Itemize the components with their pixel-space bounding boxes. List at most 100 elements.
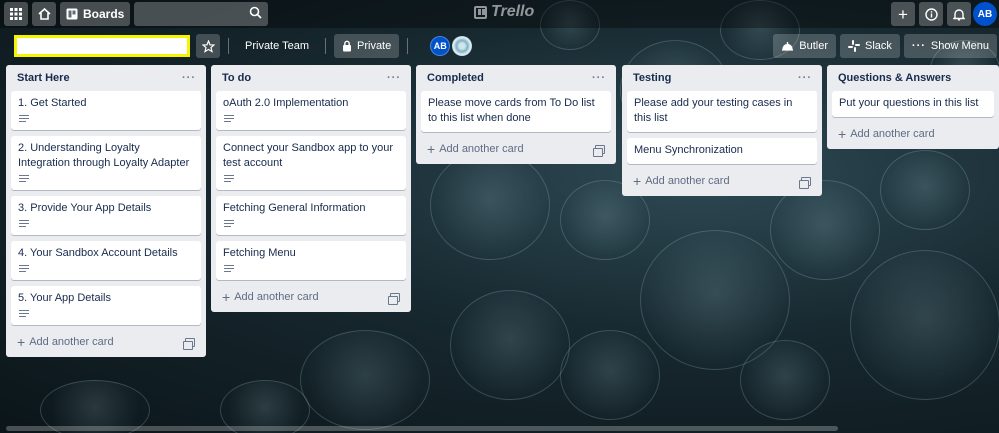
divider xyxy=(325,38,326,54)
description-icon xyxy=(224,265,234,272)
star-board-button[interactable] xyxy=(196,34,220,58)
card[interactable]: Fetching Menu xyxy=(216,241,406,280)
top-navigation-bar: Boards Trello + AB xyxy=(0,0,999,28)
list-title[interactable]: Testing xyxy=(633,72,671,84)
board-name-field[interactable] xyxy=(14,35,190,57)
list-title[interactable]: To do xyxy=(222,72,251,84)
add-card-label: Add another card xyxy=(234,291,319,303)
plus-icon: + xyxy=(222,289,231,305)
list-title[interactable]: Questions & Answers xyxy=(838,72,951,84)
board-members: AB xyxy=(430,36,473,56)
card-title: Please move cards from To Do list to thi… xyxy=(428,97,595,124)
create-button[interactable]: + xyxy=(891,2,915,26)
add-card-label: Add another card xyxy=(645,175,730,187)
show-menu-label: Show Menu xyxy=(930,40,989,52)
list-menu-icon[interactable]: ··· xyxy=(592,72,606,84)
list-header[interactable]: Start Here ··· xyxy=(11,65,201,91)
user-avatar-initials: AB xyxy=(977,8,993,20)
apps-grid-button[interactable] xyxy=(4,2,28,26)
boards-icon xyxy=(66,8,78,20)
info-button[interactable] xyxy=(919,2,943,26)
member-avatar[interactable]: AB xyxy=(430,36,451,56)
list-title[interactable]: Completed xyxy=(427,72,484,84)
visibility-button[interactable]: Private xyxy=(334,34,400,58)
add-card-button[interactable]: + Add another card xyxy=(216,286,406,306)
search-input[interactable] xyxy=(134,2,269,26)
card-title: Fetching General Information xyxy=(223,202,366,214)
card[interactable]: Fetching General Information xyxy=(216,196,406,235)
divider xyxy=(407,38,409,54)
card[interactable]: 1. Get Started xyxy=(11,91,201,130)
list-header[interactable]: Testing ··· xyxy=(627,65,817,91)
info-icon xyxy=(924,7,938,21)
card[interactable]: Menu Synchronization xyxy=(627,138,817,164)
list-header[interactable]: To do ··· xyxy=(216,65,406,91)
description-icon xyxy=(224,115,234,122)
card[interactable]: Connect your Sandbox app to your test ac… xyxy=(216,136,406,190)
card-template-icon[interactable] xyxy=(799,176,811,189)
plus-icon: + xyxy=(17,334,26,350)
list-questions-answers: Questions & Answers Put your questions i… xyxy=(827,65,999,149)
card-template-icon[interactable] xyxy=(388,292,400,305)
list-menu-icon[interactable]: ··· xyxy=(798,72,812,84)
add-card-button[interactable]: + Add another card xyxy=(421,138,611,158)
add-card-label: Add another card xyxy=(29,336,114,348)
add-card-button[interactable]: + Add another card xyxy=(11,331,201,351)
list-header[interactable]: Questions & Answers xyxy=(832,65,994,91)
trello-logo[interactable]: Trello xyxy=(474,3,534,21)
list-title[interactable]: Start Here xyxy=(17,72,70,84)
boards-button[interactable]: Boards xyxy=(60,2,131,26)
card-title: 5. Your App Details xyxy=(18,292,111,304)
add-card-button[interactable]: + Add another card xyxy=(832,123,994,143)
team-label: Private Team xyxy=(245,40,309,52)
list-menu-icon[interactable]: ··· xyxy=(387,72,401,84)
plus-icon: + xyxy=(427,141,436,157)
team-button[interactable]: Private Team xyxy=(237,34,317,58)
card-title: 4. Your Sandbox Account Details xyxy=(18,247,178,259)
butler-button[interactable]: Butler xyxy=(773,34,836,58)
card-title: 1. Get Started xyxy=(18,97,87,109)
card[interactable]: oAuth 2.0 Implementation xyxy=(216,91,406,130)
list-to-do: To do ··· oAuth 2.0 Implementation Conne… xyxy=(211,65,411,312)
search-icon xyxy=(250,6,262,19)
user-avatar[interactable]: AB xyxy=(973,2,997,26)
card[interactable]: Please move cards from To Do list to thi… xyxy=(421,91,611,132)
card-title: Menu Synchronization xyxy=(634,144,743,156)
lock-icon xyxy=(343,40,351,52)
home-button[interactable] xyxy=(32,2,56,26)
plus-icon: + xyxy=(633,173,642,189)
card-template-icon[interactable] xyxy=(183,337,195,350)
card-title: oAuth 2.0 Implementation xyxy=(223,97,349,109)
list-completed: Completed ··· Please move cards from To … xyxy=(416,65,616,164)
card[interactable]: 5. Your App Details xyxy=(11,286,201,325)
member-avatar-initials: AB xyxy=(433,41,447,51)
card-template-icon[interactable] xyxy=(593,144,605,157)
list-header[interactable]: Completed ··· xyxy=(421,65,611,91)
member-avatar-image[interactable] xyxy=(452,36,473,56)
list-testing: Testing ··· Please add your testing case… xyxy=(622,65,822,196)
card[interactable]: 3. Provide Your App Details xyxy=(11,196,201,235)
description-icon xyxy=(19,310,29,317)
description-icon xyxy=(224,220,234,227)
card[interactable]: 2. Understanding Loyalty Integration thr… xyxy=(11,136,201,190)
card-title: Fetching Menu xyxy=(223,247,296,259)
slack-icon xyxy=(848,40,860,52)
plus-icon: + xyxy=(838,126,847,142)
trello-logo-icon xyxy=(474,5,487,19)
card-title: 3. Provide Your App Details xyxy=(18,202,152,214)
slack-button[interactable]: Slack xyxy=(840,34,900,58)
show-menu-button[interactable]: ··· Show Menu xyxy=(903,34,997,58)
boards-label: Boards xyxy=(83,7,125,21)
card[interactable]: 4. Your Sandbox Account Details xyxy=(11,241,201,280)
add-card-label: Add another card xyxy=(850,128,935,140)
description-icon xyxy=(19,220,29,227)
list-menu-icon[interactable]: ··· xyxy=(182,72,196,84)
notifications-button[interactable] xyxy=(947,2,971,26)
horizontal-scrollbar[interactable] xyxy=(6,426,838,431)
card-title: Connect your Sandbox app to your test ac… xyxy=(223,142,394,169)
star-icon xyxy=(201,39,215,53)
card[interactable]: Please add your testing cases in this li… xyxy=(627,91,817,132)
add-card-button[interactable]: + Add another card xyxy=(627,170,817,190)
card[interactable]: Put your questions in this list xyxy=(832,91,994,117)
butler-icon xyxy=(782,41,794,51)
